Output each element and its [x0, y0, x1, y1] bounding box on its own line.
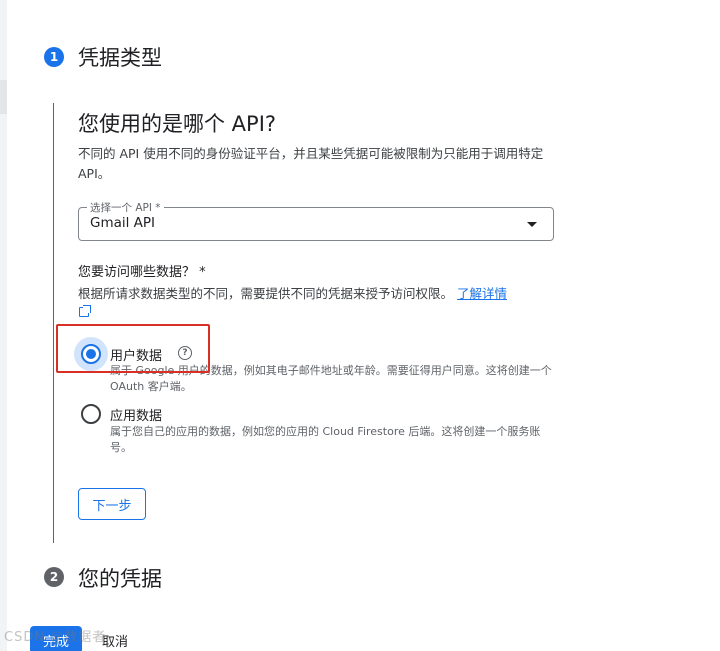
data-question: 您要访问哪些数据？ *: [78, 265, 206, 280]
app-data-radio[interactable]: [81, 404, 101, 424]
left-nav-gutter: [0, 0, 7, 651]
cancel-button[interactable]: 取消: [102, 631, 128, 650]
nav-indicator: [0, 80, 7, 114]
api-select[interactable]: 选择一个 API * Gmail API: [78, 200, 554, 241]
user-data-radio[interactable]: [81, 344, 101, 364]
step-connector-line: [53, 103, 54, 543]
api-select-value: Gmail API: [90, 215, 156, 231]
data-description-text: 根据所请求数据类型的不同，需要提供不同的凭据来授予访问权限。: [78, 286, 454, 301]
user-data-description: 属于 Google 用户的数据，例如其电子邮件地址或年龄。需要征得用户同意。这将…: [110, 364, 552, 393]
step-1-title[interactable]: 凭据类型: [78, 42, 162, 72]
step-2-title[interactable]: 您的凭据: [78, 563, 162, 593]
api-heading: 您使用的是哪个 API?: [78, 112, 277, 136]
help-icon[interactable]: ?: [178, 346, 192, 360]
next-button[interactable]: 下一步: [78, 488, 146, 520]
step-2-badge: 2: [44, 567, 64, 587]
open-in-new-icon[interactable]: [79, 305, 91, 317]
api-description: 不同的 API 使用不同的身份验证平台，并且某些凭据可能被限制为只能用于调用特定…: [78, 146, 544, 181]
app-data-description: 属于您自己的应用的数据，例如您的应用的 Cloud Firestore 后端。这…: [110, 425, 541, 454]
done-button[interactable]: 完成: [30, 626, 82, 651]
learn-more-link[interactable]: 了解详情: [457, 286, 507, 301]
dropdown-arrow-icon: [527, 222, 537, 227]
app-data-label[interactable]: 应用数据: [110, 405, 162, 424]
step-1-badge: 1: [44, 47, 64, 67]
data-description: 根据所请求数据类型的不同，需要提供不同的凭据来授予访问权限。 了解详情: [78, 284, 507, 304]
api-select-label: 选择一个 API *: [87, 200, 164, 215]
credentials-page: 1 凭据类型 您使用的是哪个 API? 不同的 API 使用不同的身份验证平台，…: [0, 0, 720, 651]
user-data-label[interactable]: 用户数据: [110, 345, 162, 364]
